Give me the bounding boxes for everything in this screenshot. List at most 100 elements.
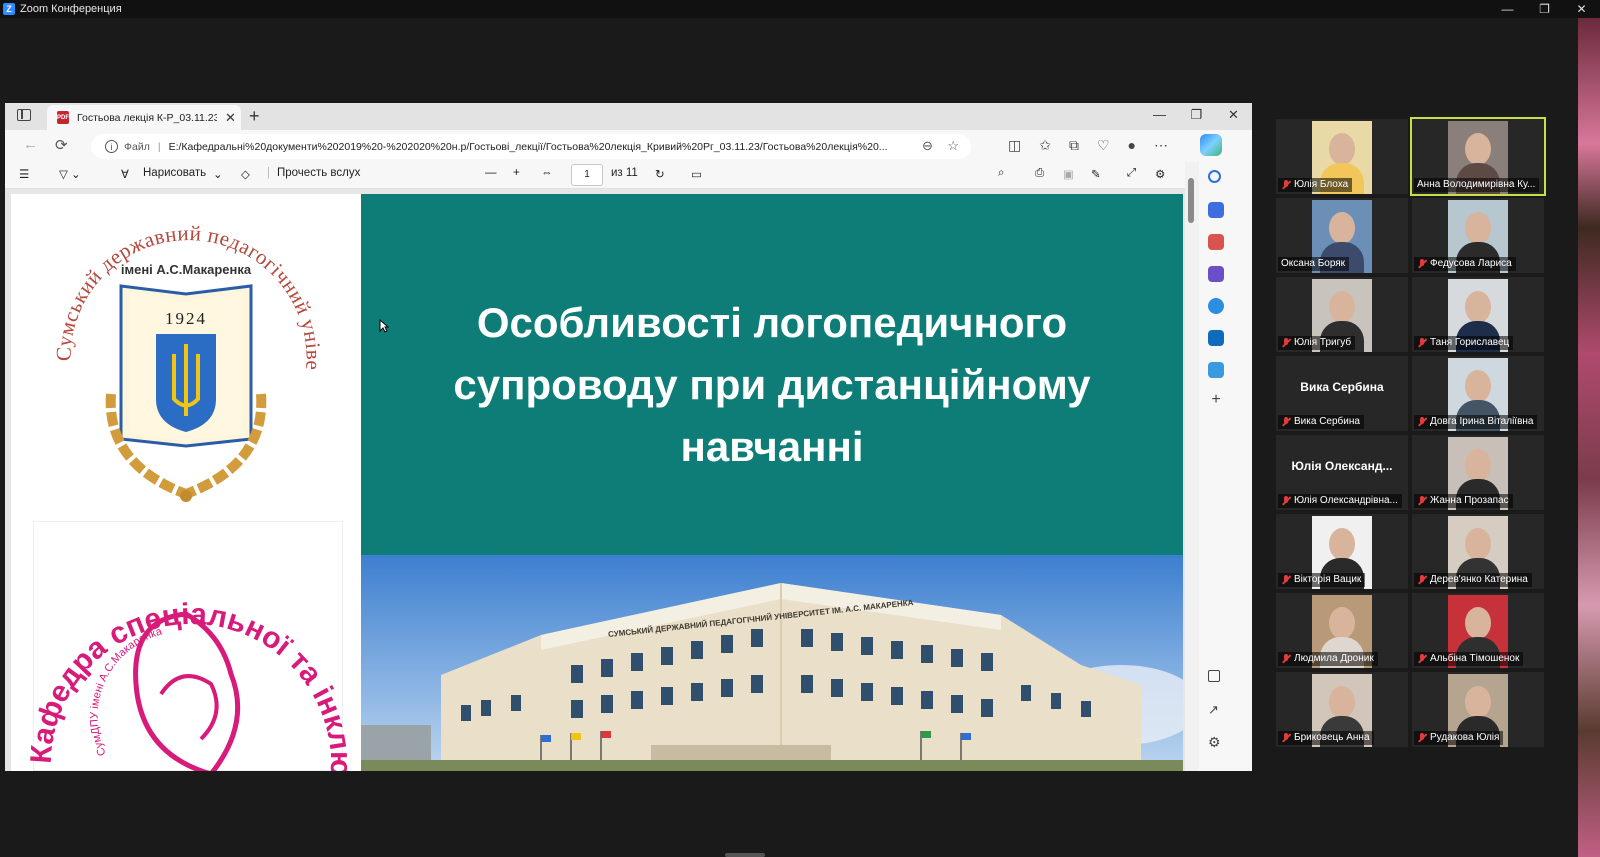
participant-name-label: Довга Ірина Віталіївна — [1414, 415, 1538, 429]
eraser-icon[interactable]: ◇ — [241, 167, 250, 181]
participant-tile[interactable]: Анна Володимирівна Ку... — [1410, 117, 1546, 196]
zoom-titlebar: Z Zoom Конференция — ❐ ✕ — [0, 0, 1600, 18]
find-icon[interactable]: ⌕ — [998, 167, 1004, 180]
new-tab-icon[interactable]: + — [249, 106, 260, 127]
browser-restore-icon[interactable]: ❐ — [1178, 103, 1215, 130]
url-text[interactable]: E:/Кафедральні%20документи%202019%20-%20… — [169, 141, 929, 153]
participant-tile[interactable]: Таня Гориславец — [1412, 277, 1544, 352]
participant-face — [1329, 607, 1355, 639]
participant-tile[interactable]: Дерев'янко Катерина — [1412, 514, 1544, 589]
participant-tile[interactable]: Вікторія Вацик — [1276, 514, 1408, 589]
tab-close-icon[interactable]: ✕ — [225, 110, 236, 126]
highlight-icon[interactable]: ▽ ⌄ — [59, 167, 81, 181]
browser-essentials-icon[interactable]: ♡ — [1097, 137, 1110, 154]
muted-mic-icon — [1281, 417, 1291, 427]
zoom-out-icon[interactable]: — — [485, 167, 497, 179]
sidebar-drop-icon[interactable] — [1208, 362, 1224, 378]
minimize-icon[interactable]: — — [1489, 0, 1526, 18]
sidebar-add-icon[interactable]: + — [1208, 392, 1224, 408]
sidebar-popout-icon[interactable]: ↗ — [1208, 702, 1224, 718]
browser-minimize-icon[interactable]: — — [1141, 103, 1178, 130]
zoom-out-url-icon[interactable]: ⊖ ☆ — [922, 138, 959, 154]
muted-mic-icon — [1281, 338, 1291, 348]
svg-text:1924: 1924 — [165, 309, 207, 328]
participant-tile[interactable]: Вика Сербина Вика Сербина — [1276, 356, 1408, 431]
tab-actions-icon[interactable] — [17, 109, 31, 121]
more-icon[interactable]: ⋯ — [1154, 137, 1168, 154]
fit-page-icon[interactable]: ⇔ — [541, 167, 553, 179]
participant-face — [1329, 291, 1355, 323]
restore-icon[interactable]: ❐ — [1526, 0, 1563, 18]
participant-tile[interactable]: Федусова Лариса — [1412, 198, 1544, 273]
back-icon[interactable]: ← — [23, 136, 38, 153]
participant-name: Юлія Тригуб — [1294, 337, 1352, 348]
participant-tile[interactable]: Альбіна Тімошенок — [1412, 593, 1544, 668]
muted-mic-icon — [1417, 338, 1427, 348]
participant-tile[interactable]: Бриковець Анна — [1276, 672, 1408, 747]
page-number-input[interactable]: 1 — [571, 164, 603, 186]
browser-window-controls: — ❐ ✕ — [1141, 103, 1252, 130]
url-separator: | — [157, 140, 161, 153]
participant-tile[interactable]: Юлія Тригуб — [1276, 277, 1408, 352]
draw-icon[interactable]: ∀ — [121, 167, 129, 181]
zoom-in-icon[interactable]: + — [513, 167, 520, 179]
muted-mic-icon — [1417, 733, 1427, 743]
sidebar-tools-icon[interactable] — [1208, 234, 1224, 250]
draw-dropdown-icon[interactable]: ⌄ — [213, 167, 223, 181]
participant-name: Вікторія Вацик — [1294, 574, 1362, 585]
participant-name: Людмила Дроник — [1294, 653, 1374, 664]
svg-text:Кафедра спеціальної та інклюзи: Кафедра спеціальної та інклюзивної освіт… — [11, 524, 357, 771]
pdf-file-icon: PDF — [57, 111, 69, 124]
fullscreen-icon[interactable]: ⤢ — [1127, 167, 1136, 180]
collections-icon[interactable]: ⧉ — [1069, 137, 1079, 154]
contents-icon[interactable]: ☰ — [19, 167, 29, 181]
participant-tile[interactable]: Юлія Олександ... Юлія Олександрівна... — [1276, 435, 1408, 510]
sidebar-m365-icon[interactable] — [1208, 298, 1224, 314]
read-aloud-button[interactable]: Прочесть вслух — [277, 167, 360, 179]
muted-mic-icon — [1281, 654, 1291, 664]
info-icon[interactable]: i — [105, 140, 118, 153]
favorites-icon[interactable]: ✩ — [1039, 137, 1051, 154]
refresh-icon[interactable]: ⟳ — [55, 136, 68, 154]
sidebar-search-icon[interactable] — [1208, 170, 1221, 183]
address-bar[interactable]: i Файл | E:/Кафедральні%20документи%2020… — [91, 134, 971, 159]
muted-mic-icon — [1281, 575, 1291, 585]
scrollbar-thumb[interactable] — [1188, 178, 1194, 223]
browser-tab-pdf[interactable]: PDF Гостьова лекція К-Р_03.11.23.pdf ✕ — [47, 105, 241, 130]
participant-tile[interactable]: Рудакова Юлія — [1412, 672, 1544, 747]
split-screen-icon[interactable]: ◫ — [1008, 137, 1021, 154]
sidebar-outlook-icon[interactable] — [1208, 330, 1224, 346]
participant-name: Дерев'янко Катерина — [1430, 574, 1528, 585]
sidebar-games-icon[interactable] — [1208, 266, 1224, 282]
participant-tile[interactable]: Юлія Блоха — [1276, 119, 1408, 194]
sidebar-shopping-icon[interactable] — [1208, 202, 1224, 218]
pdf-viewport[interactable]: Сумський державний педагогічний універси… — [5, 189, 1185, 771]
browser-tabbar: PDF Гостьова лекція К-Р_03.11.23.pdf ✕ +… — [5, 103, 1252, 130]
participant-name: Рудакова Юлія — [1430, 732, 1500, 743]
browser-toolbar-icons: ◫ ✩ ⧉ ♡ ● ⋯ — [1008, 137, 1168, 154]
draw-button[interactable]: Нарисовать — [143, 167, 206, 179]
browser-close-icon[interactable]: ✕ — [1215, 103, 1252, 130]
page-view-icon[interactable]: ▭ — [691, 167, 702, 181]
print-icon[interactable]: ⎙ — [1035, 167, 1044, 180]
close-icon[interactable]: ✕ — [1563, 0, 1600, 18]
save-as-icon[interactable]: ✎ — [1091, 167, 1101, 181]
edge-sidebar: + ↗ ⚙ — [1199, 162, 1252, 771]
pdf-scrollbar[interactable] — [1185, 162, 1199, 771]
participant-name: Юлія Олександрівна... — [1294, 495, 1398, 506]
tab-title: Гостьова лекція К-Р_03.11.23.pdf — [77, 111, 217, 124]
rotate-icon[interactable]: ↻ — [655, 167, 665, 181]
settings-icon[interactable]: ⚙ — [1155, 167, 1165, 181]
copilot-icon[interactable] — [1200, 134, 1222, 156]
save-icon[interactable]: ▣ — [1063, 167, 1074, 181]
drag-handle[interactable] — [725, 853, 765, 857]
sidebar-hide-icon[interactable] — [1208, 670, 1220, 682]
sidebar-settings-icon[interactable]: ⚙ — [1208, 734, 1224, 750]
participant-name-label: Альбіна Тімошенок — [1414, 652, 1524, 666]
profile-icon[interactable]: ● — [1128, 137, 1136, 154]
participant-tile[interactable]: Жанна Прозапас — [1412, 435, 1544, 510]
participant-tile[interactable]: Людмила Дроник — [1276, 593, 1408, 668]
participant-tile[interactable]: Оксана Боряк — [1276, 198, 1408, 273]
pdf-slide: Сумський державний педагогічний універси… — [11, 194, 1183, 771]
participant-tile[interactable]: Довга Ірина Віталіївна — [1412, 356, 1544, 431]
